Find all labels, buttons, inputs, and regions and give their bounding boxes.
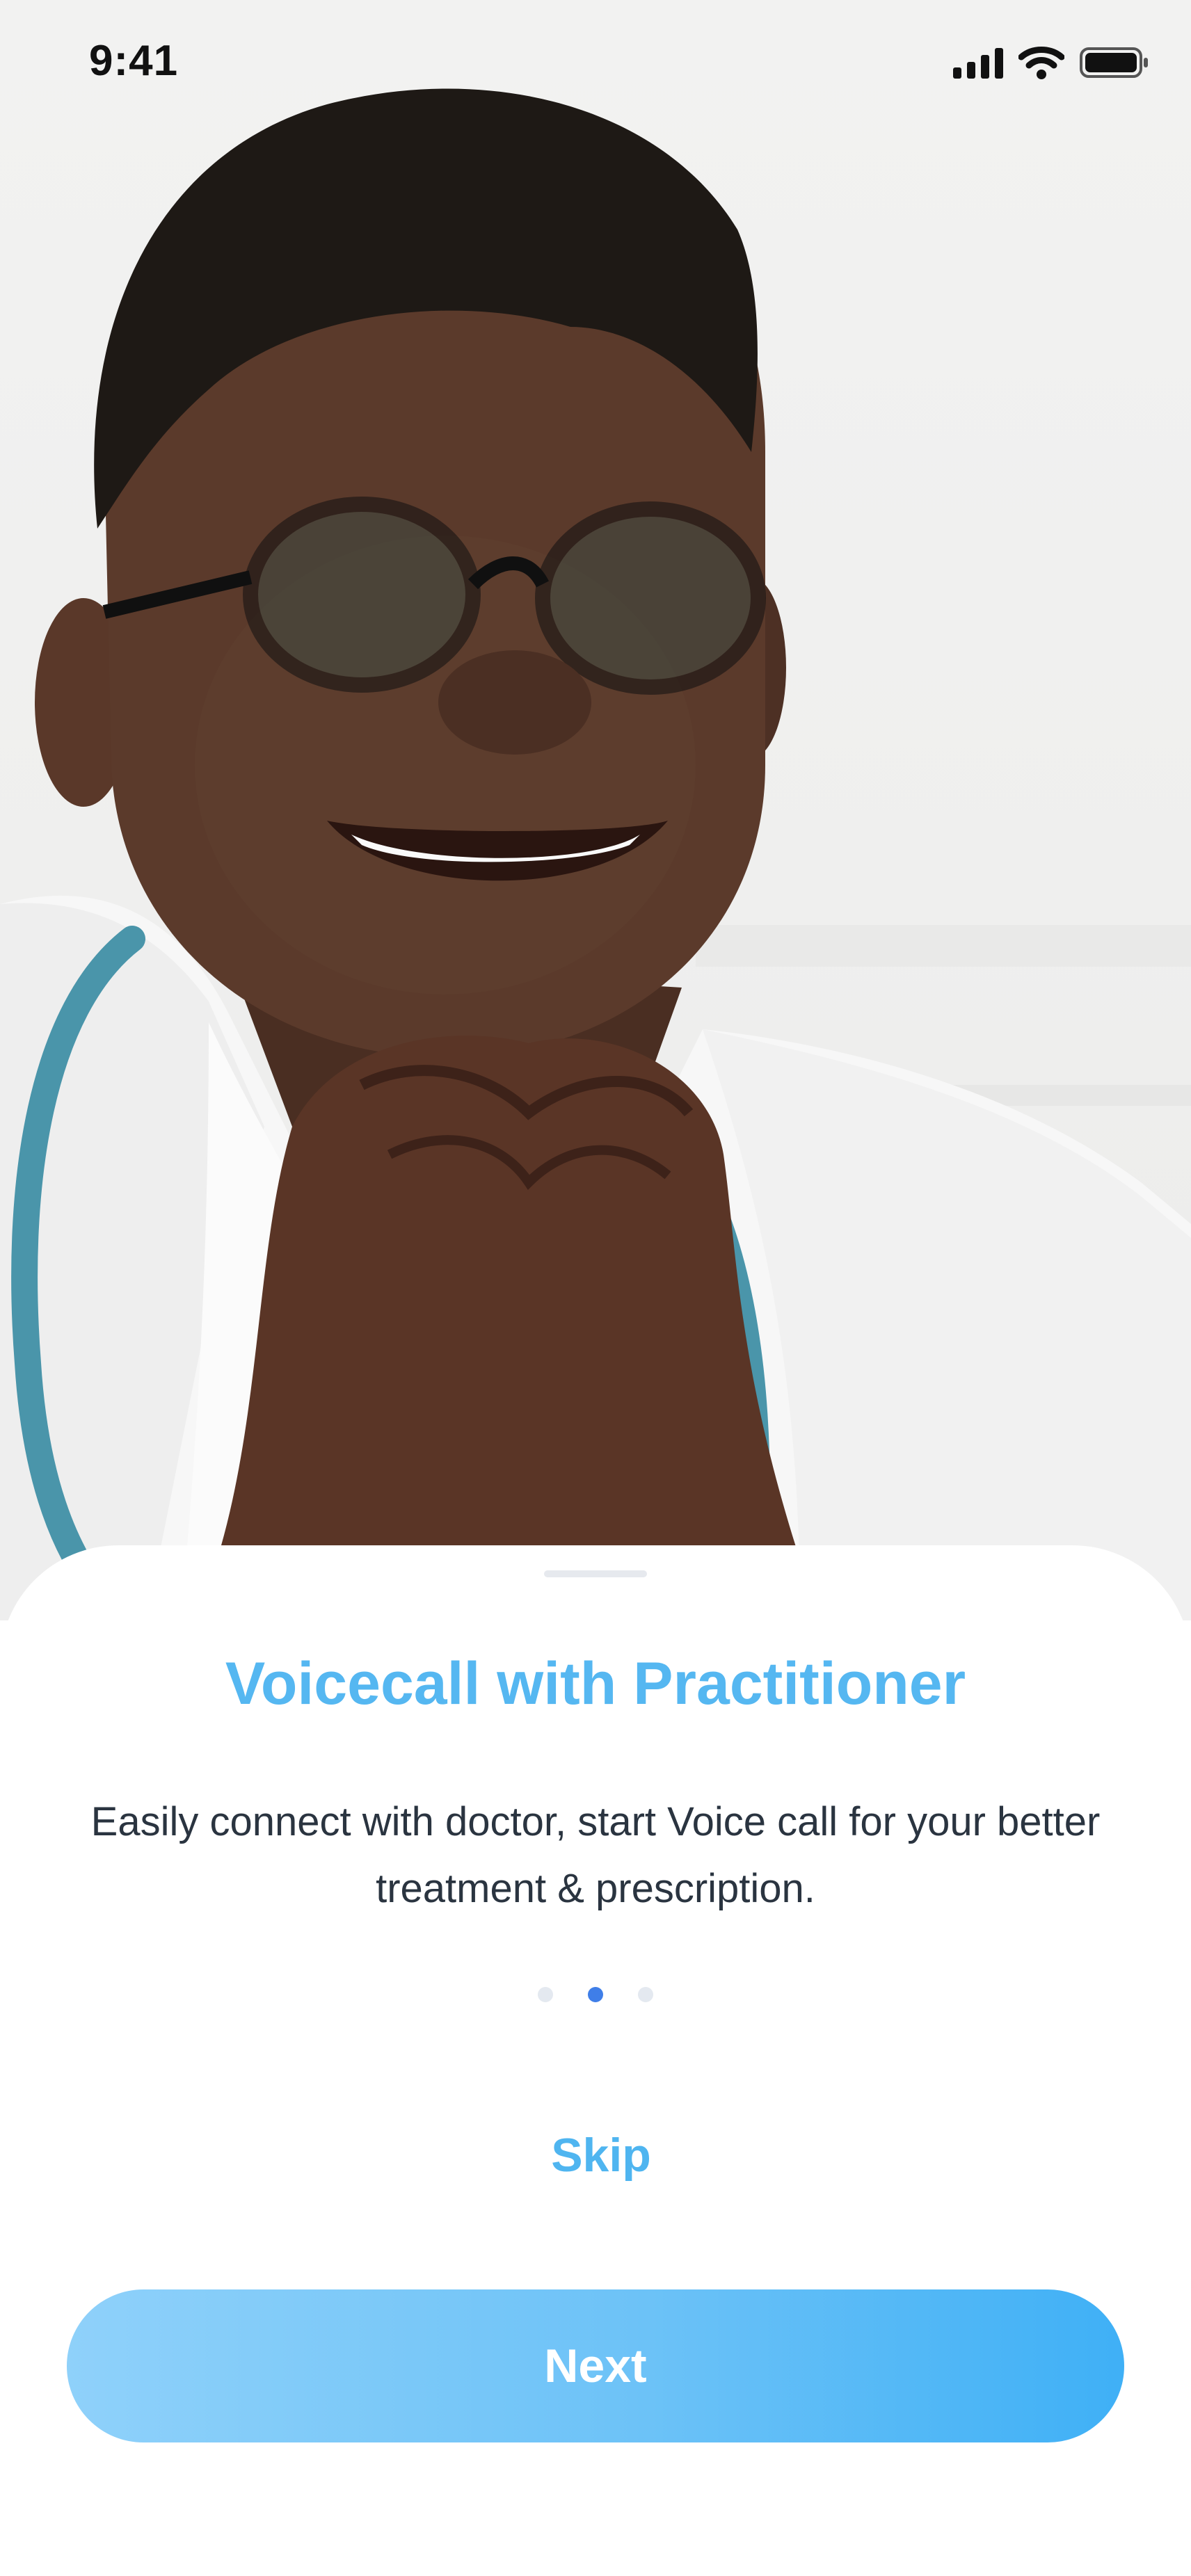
skip-button[interactable]: Skip bbox=[526, 2117, 676, 2193]
cellular-signal-icon bbox=[953, 48, 1003, 79]
onboarding-sheet: Voicecall with Practitioner Easily conne… bbox=[0, 1545, 1191, 2576]
status-time: 9:41 bbox=[89, 37, 179, 85]
status-icons bbox=[953, 42, 1149, 83]
pagination-dots bbox=[0, 1987, 1191, 2002]
battery-icon bbox=[1080, 47, 1148, 78]
next-button[interactable]: Next bbox=[67, 2289, 1124, 2442]
wifi-icon bbox=[1018, 47, 1064, 79]
sheet-handle[interactable] bbox=[544, 1570, 647, 1577]
status-bar: 9:41 bbox=[0, 0, 1191, 125]
doctor-illustration bbox=[0, 88, 1191, 1620]
pagination-dot-3[interactable] bbox=[638, 1987, 653, 2002]
pagination-dot-2-active[interactable] bbox=[588, 1987, 603, 2002]
pagination-dot-1[interactable] bbox=[538, 1987, 553, 2002]
hero-photo bbox=[0, 0, 1191, 1620]
onboarding-title: Voicecall with Practitioner bbox=[225, 1650, 966, 1717]
onboarding-description: Easily connect with doctor, start Voice … bbox=[90, 1799, 1101, 1911]
